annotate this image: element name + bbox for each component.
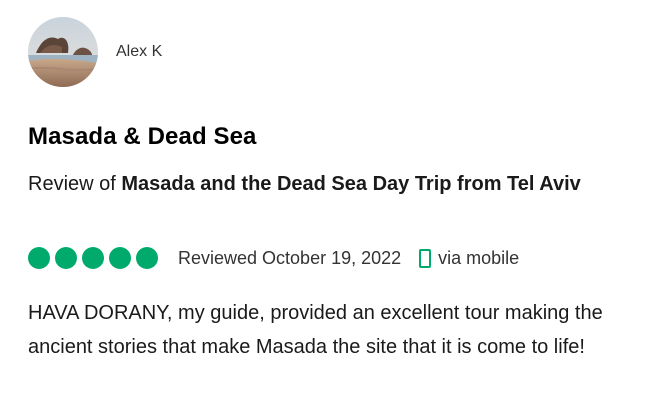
rating-bubble	[82, 247, 104, 269]
reviewed-date: Reviewed October 19, 2022	[178, 247, 402, 268]
review-title[interactable]: Masada & Dead Sea	[28, 123, 256, 151]
review-card: Alex K Masada & Dead Sea Review of Masad…	[0, 0, 653, 409]
avatar[interactable]	[28, 17, 98, 87]
review-meta: Reviewed October 19, 2022 via mobile	[28, 245, 519, 271]
tour-link[interactable]: Masada and the Dead Sea Day Trip from Te…	[121, 173, 580, 195]
review-of-prefix: Review of	[28, 173, 122, 195]
review-text: HAVA DORANY, my guide, provided an excel…	[28, 302, 603, 358]
via-mobile-label: via mobile	[438, 247, 520, 268]
avatar-image	[28, 17, 98, 87]
rating-bubble	[136, 247, 158, 269]
reviewer-name[interactable]: Alex K	[116, 43, 162, 61]
rating-bubble	[55, 247, 77, 269]
rating-bubbles	[28, 247, 163, 269]
reviewer-info: Alex K	[28, 17, 162, 87]
review-of-line: Review of Masada and the Dead Sea Day Tr…	[28, 170, 638, 198]
rating-bubble	[28, 247, 50, 269]
mobile-phone-icon	[419, 248, 432, 268]
rating-bubble	[109, 247, 131, 269]
